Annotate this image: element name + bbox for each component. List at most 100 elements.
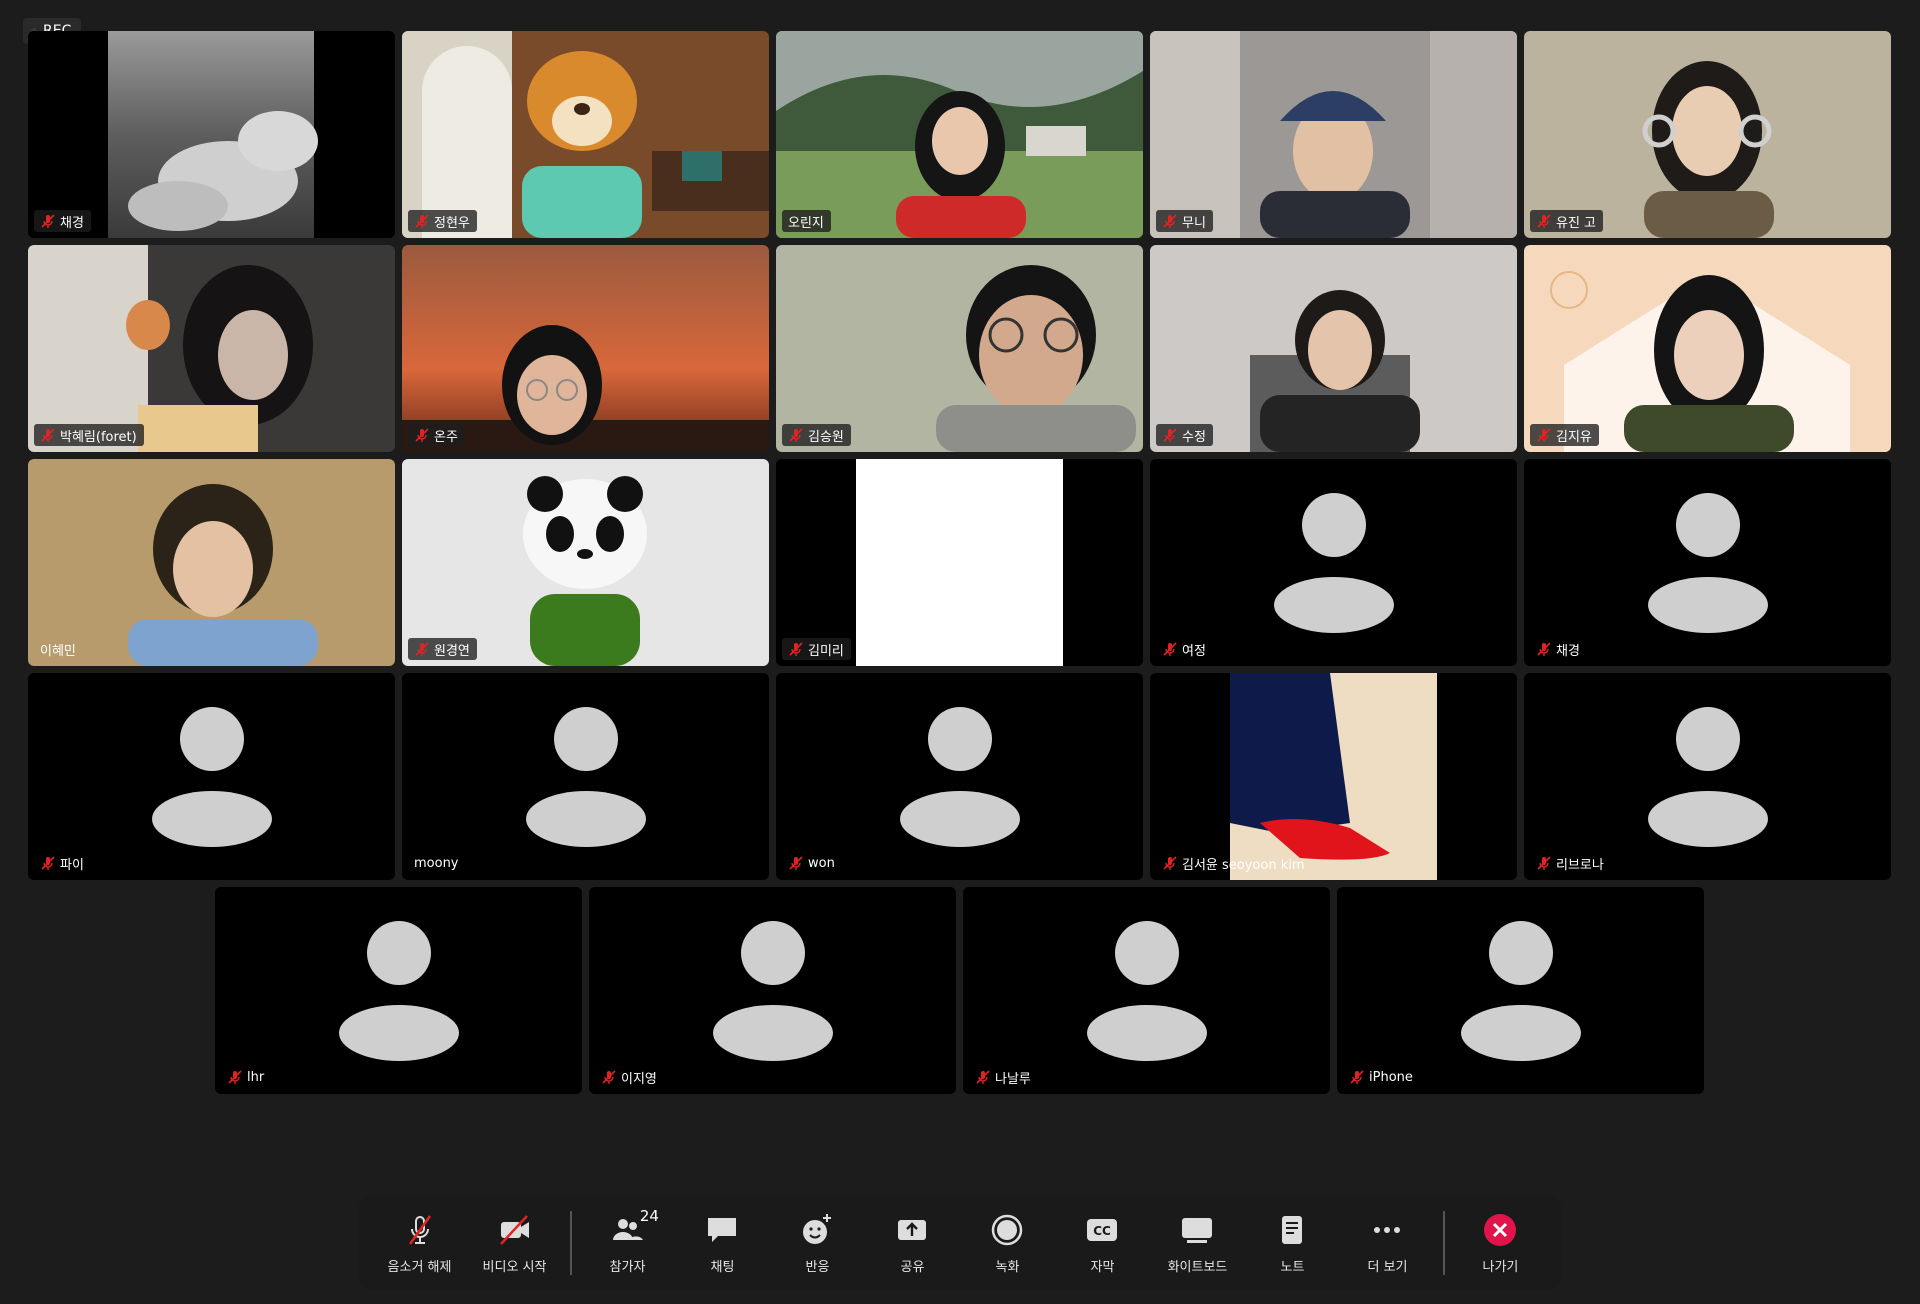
participant-tile[interactable]: 리브로나: [1524, 673, 1891, 880]
more-button[interactable]: 더 보기: [1340, 1201, 1435, 1285]
participant-tile[interactable]: 여정: [1150, 459, 1517, 666]
more-label: 더 보기: [1367, 1259, 1408, 1275]
avatar-placeholder-icon: [1086, 920, 1207, 1061]
participant-tile[interactable]: 채경: [1524, 459, 1891, 666]
toolbar-divider: [1442, 1211, 1445, 1275]
participant-tile[interactable]: 박혜림(foret): [28, 245, 395, 452]
participant-tile[interactable]: 온주: [402, 245, 769, 452]
video-feed: [1150, 31, 1517, 238]
participant-name: 나날루: [995, 1071, 1031, 1087]
record-button[interactable]: 녹화: [960, 1201, 1055, 1285]
participant-tile[interactable]: won: [776, 673, 1143, 880]
unmute-label: 음소거 해제: [387, 1259, 452, 1275]
video-grid: 채경 정현우 오린지 무니 유진 고 박혜림(foret) 온주 김승원 수정 …: [0, 0, 1920, 1100]
participants-count: 24: [639, 1207, 659, 1225]
muted-mic-icon: [41, 856, 55, 870]
participant-name-tag: moony: [408, 852, 466, 874]
muted-mic-icon: [789, 428, 803, 442]
video-feed: [776, 31, 1143, 238]
participant-tile[interactable]: lhr: [215, 887, 582, 1094]
unmute-button[interactable]: 음소거 해제: [372, 1201, 467, 1285]
notes-icon: [1282, 1215, 1303, 1244]
participant-name: 파이: [60, 857, 84, 873]
participant-tile[interactable]: 이혜민: [28, 459, 395, 666]
start-video-button[interactable]: 비디오 시작: [467, 1201, 562, 1285]
participant-tile[interactable]: 김미리: [776, 459, 1143, 666]
participant-tile[interactable]: 채경: [28, 31, 395, 238]
notes-label: 노트: [1280, 1259, 1305, 1275]
muted-mic-icon: [1163, 428, 1177, 442]
avatar-placeholder-icon: [338, 920, 459, 1061]
participant-name-tag: 리브로나: [1530, 852, 1611, 874]
record-label: 녹화: [995, 1259, 1020, 1275]
video-feed: [402, 31, 769, 238]
participant-tile[interactable]: 김승원: [776, 245, 1143, 452]
participant-name-tag: iPhone: [1343, 1066, 1420, 1088]
participant-name-tag: 김승원: [782, 424, 851, 446]
video-feed: [1524, 245, 1891, 452]
muted-mic-icon: [1163, 214, 1177, 228]
muted-mic-icon: [1163, 642, 1177, 656]
toolbar-divider: [570, 1211, 572, 1275]
captions-button[interactable]: CC 자막: [1055, 1201, 1150, 1285]
participant-tile[interactable]: 무니: [1150, 31, 1517, 238]
participant-name: 정현우: [434, 215, 470, 231]
participant-name-tag: 오린지: [782, 210, 831, 232]
chat-label: 채팅: [710, 1259, 735, 1275]
muted-mic-icon: [415, 428, 429, 442]
leave-label: 나가기: [1482, 1259, 1519, 1275]
video-feed: [1150, 245, 1517, 452]
reactions-button[interactable]: 반응: [770, 1201, 865, 1285]
participant-tile[interactable]: 파이: [28, 673, 395, 880]
participant-name: 박혜림(foret): [60, 429, 137, 445]
emoji-reaction-icon: [803, 1213, 832, 1244]
participant-tile[interactable]: 정현우: [402, 31, 769, 238]
participants-button[interactable]: 24 참가자: [580, 1201, 675, 1285]
participant-name-tag: 여정: [1156, 638, 1213, 660]
meeting-toolbar: 음소거 해제 비디오 시작 24 참가자 채팅 반응 공유 녹화 CC 자막 화…: [358, 1196, 1562, 1290]
whiteboard-button[interactable]: 화이트보드: [1150, 1201, 1245, 1285]
participant-tile[interactable]: 나날루: [963, 887, 1330, 1094]
participant-name: 유진 고: [1556, 215, 1597, 231]
share-button[interactable]: 공유: [865, 1201, 960, 1285]
avatar-placeholder-icon: [899, 706, 1020, 847]
participant-tile[interactable]: moony: [402, 673, 769, 880]
participant-name-tag: 정현우: [408, 210, 477, 232]
leave-close-icon: [1484, 1213, 1517, 1246]
participant-name-tag: 이지영: [595, 1066, 664, 1088]
whiteboard-label: 화이트보드: [1167, 1259, 1228, 1275]
video-feed: [776, 245, 1143, 452]
participants-label: 참가자: [609, 1259, 646, 1275]
chat-button[interactable]: 채팅: [675, 1201, 770, 1285]
muted-mic-icon: [408, 1214, 431, 1245]
participant-name: 여정: [1182, 643, 1206, 659]
participant-tile[interactable]: 원경연: [402, 459, 769, 666]
record-icon: [992, 1214, 1023, 1245]
muted-mic-icon: [789, 642, 803, 656]
notes-button[interactable]: 노트: [1245, 1201, 1340, 1285]
participant-tile[interactable]: 이지영: [589, 887, 956, 1094]
participant-tile-active-speaker[interactable]: 오린지: [776, 31, 1143, 238]
participant-tile[interactable]: iPhone: [1337, 887, 1704, 1094]
share-screen-icon: [898, 1219, 927, 1240]
start-video-label: 비디오 시작: [482, 1259, 547, 1275]
participant-name: 리브로나: [1556, 857, 1604, 873]
participant-tile[interactable]: 김지유: [1524, 245, 1891, 452]
participant-tile[interactable]: 김서윤 seoyoon kim: [1150, 673, 1517, 880]
muted-mic-icon: [415, 214, 429, 228]
share-label: 공유: [900, 1259, 925, 1275]
more-dots-icon: [1374, 1226, 1401, 1233]
muted-mic-icon: [228, 1070, 242, 1084]
leave-button[interactable]: 나가기: [1453, 1201, 1548, 1285]
avatar-placeholder-icon: [712, 920, 833, 1061]
participant-name-tag: 유진 고: [1530, 210, 1604, 232]
participant-name-tag: 수정: [1156, 424, 1213, 446]
participant-tile[interactable]: 수정: [1150, 245, 1517, 452]
participant-name-tag: 이혜민: [34, 638, 83, 660]
participant-tile[interactable]: 유진 고: [1524, 31, 1891, 238]
participant-name-tag: 김서윤 seoyoon kim: [1156, 852, 1312, 874]
participant-name: won: [808, 855, 835, 871]
participant-name-tag: lhr: [221, 1066, 271, 1088]
participant-name: 원경연: [434, 643, 470, 659]
participant-name: 김지유: [1556, 429, 1592, 445]
